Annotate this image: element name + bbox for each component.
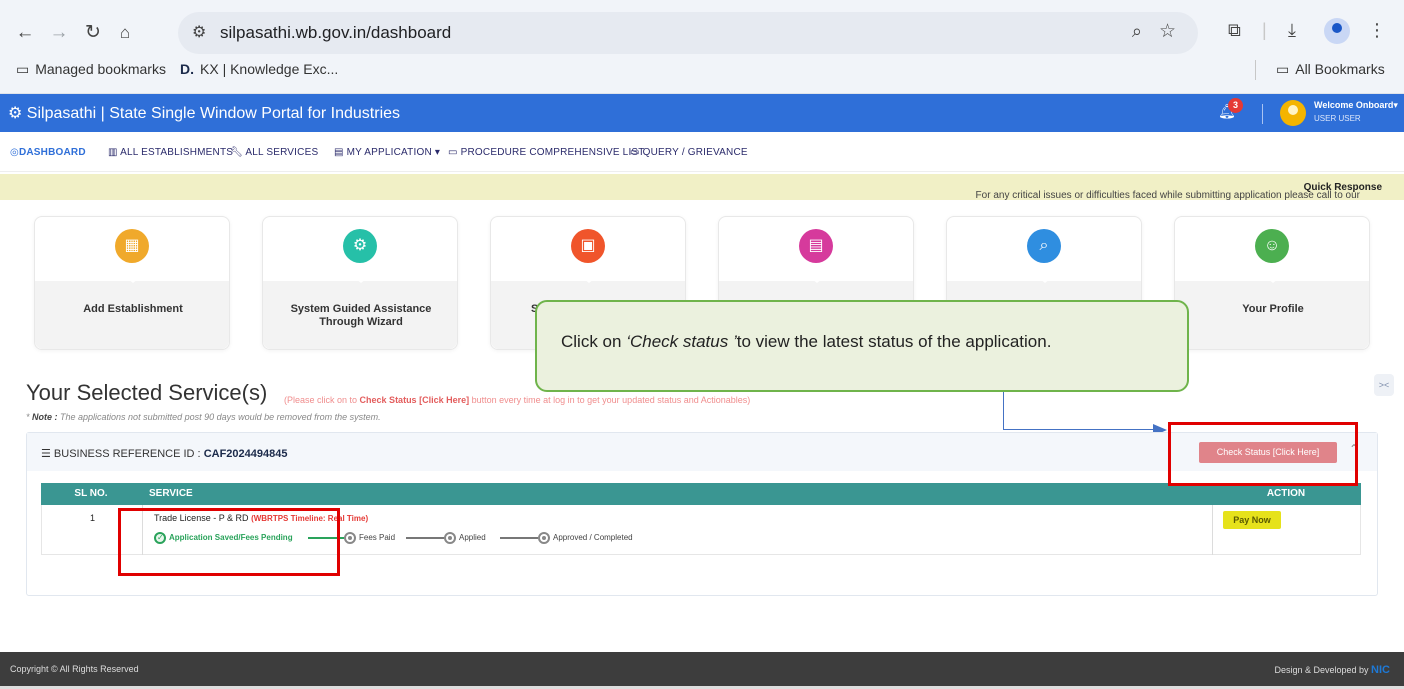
- list-icon: ▭: [448, 147, 461, 158]
- bookmark-divider: [1255, 60, 1256, 80]
- side-collapse-icon[interactable]: ><: [1374, 374, 1394, 396]
- circle-icon: [538, 531, 550, 544]
- app-title-text: Silpasathi | State Single Window Portal …: [26, 105, 401, 122]
- back-icon[interactable]: ←: [12, 20, 38, 46]
- highlight-box: [118, 508, 340, 576]
- building-icon: ▥: [108, 147, 121, 158]
- zoom-icon[interactable]: ⌕: [1132, 21, 1142, 42]
- instruction-callout: Click on ‘Check status ’to view the late…: [535, 300, 1189, 392]
- id-card-icon: ▤: [799, 229, 833, 263]
- profile-avatar-icon[interactable]: [1324, 18, 1350, 44]
- tile-add-establishment[interactable]: ▦ Add Establishment: [34, 216, 230, 350]
- bookmark-label: KX | Knowledge Exc...: [200, 61, 339, 77]
- app-title[interactable]: ⚙ Silpasathi | State Single Window Porta…: [8, 103, 400, 123]
- notice-text: For any critical issues or difficulties …: [975, 190, 1360, 201]
- menu-kebab-icon[interactable]: ⋮: [1368, 20, 1386, 41]
- extensions-icon[interactable]: ⧉: [1228, 20, 1241, 41]
- circle-icon: [344, 531, 356, 544]
- column-header: SL NO.: [41, 483, 141, 505]
- bookmark-star-icon[interactable]: ☆: [1159, 20, 1176, 43]
- user-name: USER USER: [1314, 114, 1361, 123]
- list-icon: ☰: [41, 448, 54, 460]
- menu-dashboard[interactable]: ◎DASHBOARD: [10, 147, 86, 158]
- document-icon: ▤: [334, 147, 347, 158]
- download-icon[interactable]: ⤓: [1288, 20, 1296, 41]
- folder-icon: ▭: [1276, 61, 1290, 77]
- menu-procedure-list[interactable]: ▭ PROCEDURE COMPREHENSIVE LIST: [448, 147, 645, 158]
- wrench-icon: 🔧︎: [230, 147, 246, 158]
- kx-logo-icon: D.: [180, 61, 194, 77]
- user-avatar[interactable]: [1280, 100, 1306, 126]
- bookmarks-bar: ▭ Managed bookmarks D. KX | Knowledge Exc.…: [0, 58, 1404, 84]
- dashboard-icon: ◎: [10, 147, 19, 158]
- highlight-box: [1168, 422, 1358, 486]
- connector-line: [1003, 429, 1155, 430]
- step-fees-paid: Fees Paid: [344, 531, 395, 545]
- apps-icon: ▣: [571, 229, 605, 263]
- menu-query-grievance[interactable]: ▭ QUERY / GRIEVANCE: [630, 147, 748, 158]
- designed-by: Design & Developed by NIC: [1274, 664, 1390, 676]
- welcome-text[interactable]: Welcome Onboard▾: [1314, 100, 1398, 111]
- browser-toolbar: ← → ↻ ⌂ ⚙ silpasathi.wb.gov.in/dashboard…: [0, 0, 1404, 94]
- all-bookmarks[interactable]: ▭ All Bookmarks: [1276, 61, 1385, 78]
- menu-my-application[interactable]: ▤ MY APPLICATION ▾: [334, 147, 440, 158]
- reload-icon[interactable]: ↻: [80, 20, 106, 46]
- notification-badge: 3: [1228, 98, 1243, 113]
- column-header: ACTION: [1211, 483, 1361, 505]
- footer: Copyright © All Rights Reserved Design &…: [0, 652, 1404, 686]
- search-icon: ⌕: [1027, 229, 1061, 263]
- nic-logo[interactable]: NIC: [1371, 664, 1390, 676]
- site-info-icon[interactable]: ⚙: [192, 22, 206, 42]
- gear-icon: ⚙: [343, 229, 377, 263]
- tile-label: Your Profile: [1242, 303, 1304, 315]
- copyright: Copyright © All Rights Reserved: [10, 664, 139, 674]
- address-bar[interactable]: ⚙ silpasathi.wb.gov.in/dashboard ⌕ ☆: [178, 12, 1198, 54]
- step-applied: Applied: [444, 531, 486, 545]
- note-text: * Note : The applications not submitted …: [26, 412, 381, 422]
- all-bookmarks-label: All Bookmarks: [1295, 61, 1385, 77]
- circle-icon: [444, 531, 456, 544]
- tile-guided-assistance[interactable]: ⚙ System Guided Assistance Through Wizar…: [262, 216, 458, 350]
- bookmark-managed[interactable]: ▭ Managed bookmarks: [16, 61, 166, 78]
- building-icon: ▦: [115, 229, 149, 263]
- menu-all-services[interactable]: 🔧︎ ALL SERVICES: [230, 147, 318, 158]
- callout-text: Click on ‘Check status ’to view the late…: [561, 332, 1052, 351]
- toolbar-divider: |: [1262, 20, 1267, 40]
- row-sl-no: 1: [90, 513, 96, 523]
- profile-icon: ☺: [1255, 229, 1289, 263]
- logo-icon: ⚙: [8, 105, 27, 122]
- url-text: silpasathi.wb.gov.in/dashboard: [220, 23, 452, 42]
- main-menu: ◎DASHBOARD ▥ ALL ESTABLISHMENTS 🔧︎ ALL S…: [0, 132, 1404, 172]
- chat-icon: ▭: [630, 147, 643, 158]
- bookmark-label: Managed bookmarks: [35, 61, 166, 77]
- forward-icon[interactable]: →: [46, 20, 72, 46]
- pay-now-button[interactable]: Pay Now: [1223, 511, 1281, 529]
- tile-your-profile[interactable]: ☺ Your Profile: [1174, 216, 1370, 350]
- header-divider: [1262, 104, 1263, 124]
- notice-bar: For any critical issues or difficulties …: [0, 174, 1404, 201]
- tile-label: Add Establishment: [83, 303, 183, 315]
- step-approved: Approved / Completed: [538, 531, 633, 545]
- column-header: SERVICE: [141, 483, 1211, 505]
- home-icon[interactable]: ⌂: [112, 20, 138, 46]
- menu-all-establishments[interactable]: ▥ ALL ESTABLISHMENTS: [108, 147, 233, 158]
- bookmark-kx[interactable]: D. KX | Knowledge Exc...: [180, 61, 338, 77]
- selected-services-subtitle: (Please click on to Check Status [Click …: [284, 395, 751, 405]
- folder-icon: ▭: [16, 61, 30, 77]
- business-reference: ☰ BUSINESS REFERENCE ID : CAF2024494845: [41, 448, 288, 460]
- tile-label: System Guided Assistance Through Wizard: [290, 303, 432, 328]
- app-header: ⚙ Silpasathi | State Single Window Porta…: [0, 94, 1404, 132]
- connector-line: [1003, 392, 1004, 430]
- selected-services-title: Your Selected Service(s): [26, 380, 268, 405]
